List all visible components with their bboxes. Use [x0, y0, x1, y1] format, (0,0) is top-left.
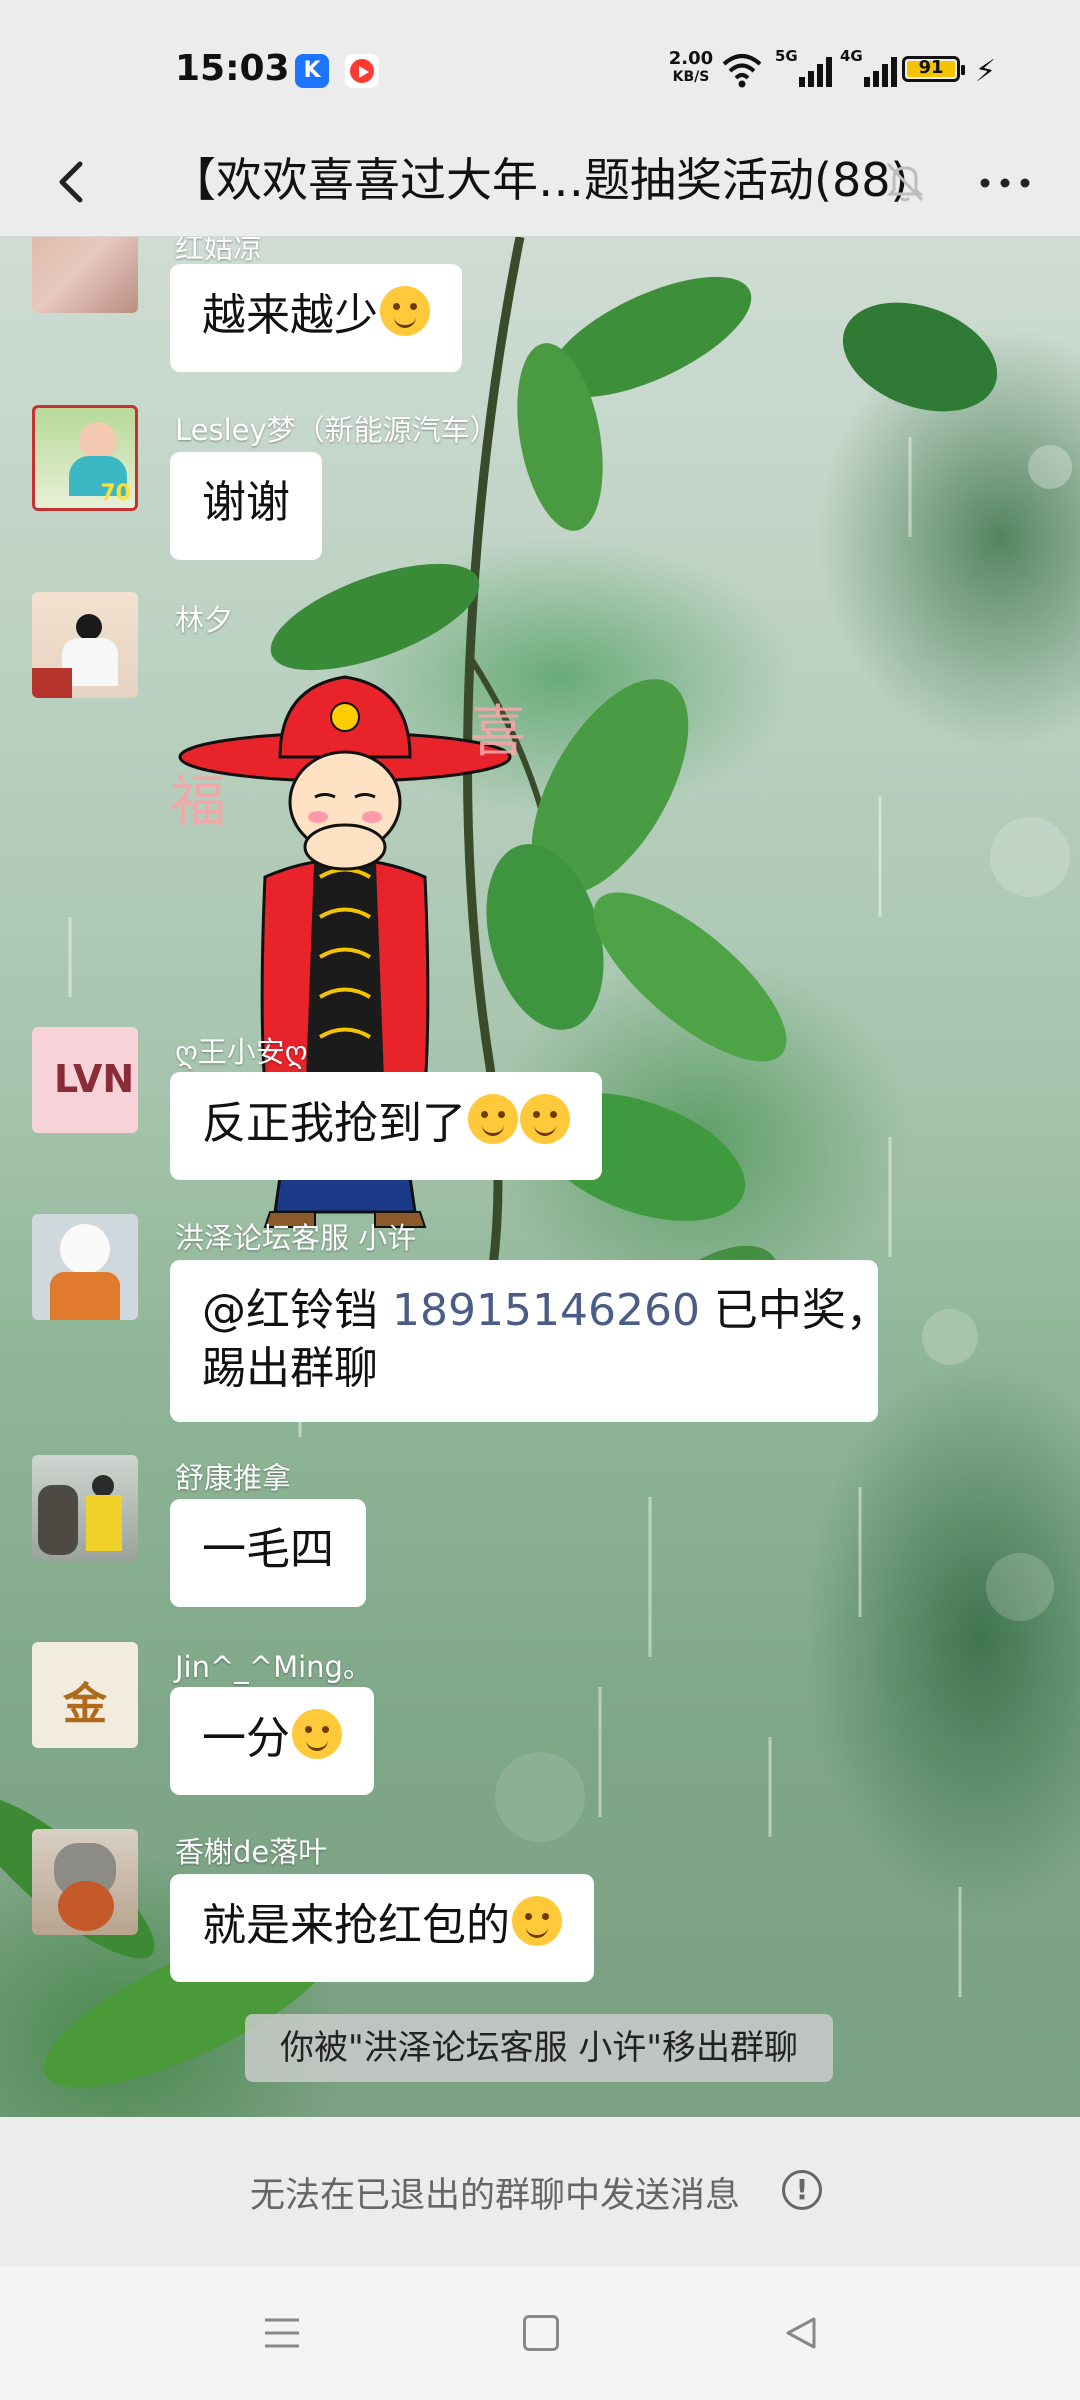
wifi-icon [722, 50, 762, 88]
message-bubble[interactable]: 一分 [170, 1687, 374, 1795]
thinking-emoji-icon [468, 1094, 518, 1144]
avatar[interactable]: 70 [32, 405, 138, 511]
network-speed-unit: KB/S [672, 69, 710, 85]
menu-icon[interactable] [262, 2315, 302, 2351]
sender-name: 舒康推拿 [175, 1461, 292, 1495]
sender-name: Jin^_^Ming。 [175, 1650, 372, 1684]
message-bubble[interactable]: 谢谢 [170, 452, 322, 560]
more-options-icon[interactable] [975, 158, 1035, 208]
message-bubble[interactable]: 一毛四 [170, 1499, 366, 1607]
message-text: 已中奖， [699, 1285, 890, 1336]
chat-title: 【欢欢喜喜过大年…题抽奖活动(88) [170, 153, 909, 207]
sender-name: Lesley梦（新能源汽车） [175, 413, 499, 447]
mention-text: @红铃铛 [202, 1285, 392, 1336]
sender-name: 香榭de落叶 [175, 1835, 328, 1869]
avatar[interactable] [32, 237, 138, 313]
message-bubble[interactable]: 就是来抢红包的 [170, 1874, 594, 1982]
status-bar: 15:03 K 2.00 KB/S 5G 4G 91 ⚡ [0, 0, 1080, 130]
signal-5g-icon: 5G [775, 47, 835, 87]
muted-bell-icon [880, 156, 930, 206]
battery-icon: 91 [902, 56, 965, 82]
home-square-icon[interactable] [523, 2315, 559, 2351]
chat-message-list[interactable]: 红姑凉 越来越少 70 Lesley梦（新能源汽车） 谢谢 林夕 福 喜 LVN… [0, 237, 1080, 2117]
avatar[interactable] [32, 592, 138, 698]
video-app-icon [345, 54, 379, 88]
message-bubble[interactable]: 越来越少 [170, 264, 462, 372]
network-speed: 2.00 KB/S [660, 50, 722, 86]
back-triangle-icon[interactable] [780, 2313, 820, 2353]
avatar[interactable]: 金 [32, 1642, 138, 1748]
message-text: 反正我抢到了 [202, 1098, 466, 1149]
sender-name: 林夕 [175, 603, 234, 637]
sticker-text-fu: 福 [170, 770, 226, 835]
chat-header: 【欢欢喜喜过大年…题抽奖活动(88) [0, 130, 1080, 237]
message-text-line2: 踢出群聊 [202, 1343, 378, 1394]
signal-4g-icon: 4G [840, 47, 900, 87]
avatar[interactable]: LVN [32, 1027, 138, 1133]
avatar[interactable] [32, 1214, 138, 1320]
message-text: 谢谢 [202, 477, 290, 528]
system-navigation-bar [0, 2267, 1080, 2400]
sticker-text-xi: 喜 [470, 700, 526, 765]
k-app-icon: K [295, 54, 329, 88]
charging-icon: ⚡ [975, 54, 997, 89]
back-arrow-icon[interactable] [40, 150, 104, 214]
smile-emoji-icon [380, 286, 430, 336]
message-text: 一毛四 [202, 1524, 334, 1575]
disabled-input-bar: 无法在已退出的群聊中发送消息 ! [0, 2117, 1080, 2267]
message-text: 一分 [202, 1713, 290, 1764]
message-text: 就是来抢红包的 [202, 1900, 510, 1951]
sender-name: ღ王小安ღ [175, 1035, 308, 1069]
network-speed-value: 2.00 [668, 48, 714, 69]
sender-name: 洪泽论坛客服 小许 [175, 1221, 417, 1255]
message-bubble[interactable]: @红铃铛 18915146260 已中奖， 踢出群聊 [170, 1260, 890, 1422]
avatar[interactable] [32, 1829, 138, 1935]
system-tip: 你被"洪泽论坛客服 小许"移出群聊 [245, 2014, 833, 2082]
crying-laughing-emoji-icon [292, 1709, 342, 1759]
message-text: 越来越少 [202, 290, 378, 341]
phone-link[interactable]: 18915146260 [392, 1285, 700, 1336]
exclamation-icon[interactable]: ! [782, 2170, 822, 2210]
avatar[interactable] [32, 1455, 138, 1561]
footer-notice: 无法在已退出的群聊中发送消息 [250, 2176, 741, 2216]
battery-level: 91 [918, 57, 944, 78]
status-time: 15:03 [175, 48, 290, 89]
thinking-emoji-icon [520, 1094, 570, 1144]
message-bubble[interactable]: 反正我抢到了 [170, 1072, 602, 1180]
sender-name: 红姑凉 [175, 237, 263, 265]
grin-emoji-icon [512, 1896, 562, 1946]
